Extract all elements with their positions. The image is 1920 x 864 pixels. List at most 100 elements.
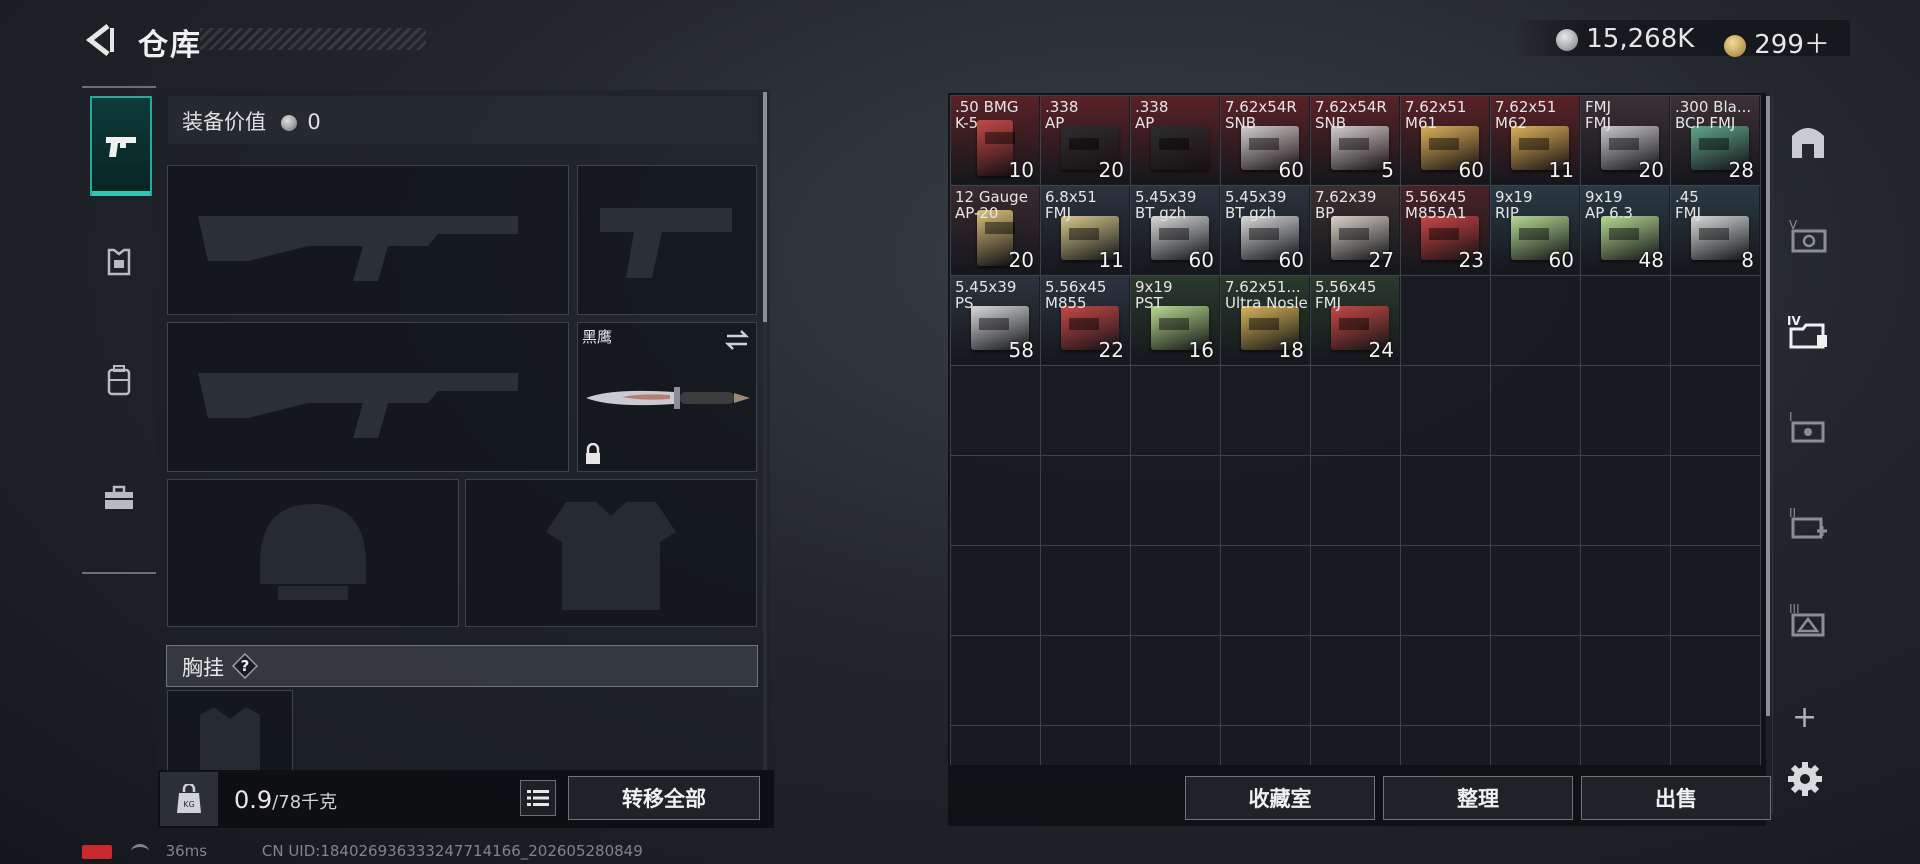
primary-weapon-slot[interactable]	[167, 165, 569, 315]
stash-item[interactable]: 7.62x39 BP 27	[1311, 186, 1399, 274]
chest-rig-slot[interactable]	[167, 690, 293, 772]
rail-item-backpack[interactable]	[90, 332, 148, 428]
body-armor-slot[interactable]	[465, 479, 757, 627]
stash-item[interactable]: 5.56x45 M855A1 23	[1401, 186, 1489, 274]
stash-tab-2[interactable]: II	[1785, 500, 1831, 546]
item-count: 11	[1098, 248, 1124, 272]
stash-item[interactable]: 7.62x51 M62 11	[1491, 96, 1579, 184]
svg-text:IV: IV	[1787, 314, 1801, 328]
stash-item[interactable]: .300 Bla... BCP FMJ 28	[1671, 96, 1759, 184]
stash-tab-4[interactable]: IV	[1785, 308, 1831, 354]
back-arrow-icon[interactable]	[82, 22, 118, 58]
stash-item[interactable]: .338 AP	[1131, 96, 1219, 184]
stash-tab-5[interactable]: V	[1785, 212, 1831, 258]
weight-current: 0.9	[234, 786, 273, 814]
stash-item[interactable]: FMJ FMJ 20	[1581, 96, 1669, 184]
secondary-weapon-slot[interactable]	[167, 322, 569, 472]
stash-item[interactable]: .50 BMG K-5 10	[951, 96, 1039, 184]
item-name: 6.8x51 FMJ	[1045, 188, 1097, 222]
scroll-thumb[interactable]	[763, 92, 767, 322]
item-name: 9x19 RIP	[1495, 188, 1533, 222]
shelter-tab[interactable]	[1785, 118, 1831, 164]
helmet-slot[interactable]	[167, 479, 459, 627]
category-rail	[82, 86, 156, 574]
item-count: 28	[1728, 158, 1754, 182]
stash-tab-II-icon: II	[1789, 506, 1827, 539]
item-name: 5.56x45 M855A1	[1405, 188, 1467, 222]
item-name: FMJ FMJ	[1585, 98, 1611, 132]
stash-item[interactable]: 7.62x51... Ultra Nosler 18	[1221, 276, 1309, 364]
battery-icon	[82, 844, 112, 859]
silver-coin-icon	[1556, 28, 1578, 51]
ping-value: 36ms	[165, 842, 208, 860]
pistol-slot[interactable]	[577, 165, 757, 315]
stash-item[interactable]: 5.45x39 BT gzh 60	[1221, 186, 1309, 274]
stash-tab-III-icon: III	[1789, 602, 1825, 637]
stash-item[interactable]: 7.62x54R SNB 5	[1311, 96, 1399, 184]
rail-item-toolbox[interactable]	[90, 450, 148, 546]
item-count: 18	[1278, 338, 1304, 362]
transfer-all-button[interactable]: 转移全部	[568, 776, 760, 820]
weight-max: /78千克	[272, 792, 338, 813]
stash-item[interactable]: .45 FMJ 8	[1671, 186, 1759, 274]
stash-item[interactable]: 9x19 PST 16	[1131, 276, 1219, 364]
stash-item[interactable]: 7.62x51 M61 60	[1401, 96, 1489, 184]
list-icon	[527, 790, 549, 806]
chest-rig-silhouette-icon	[200, 707, 260, 771]
rifle-silhouette-icon	[198, 216, 518, 281]
active-indicator	[92, 191, 150, 196]
weight-bag-button[interactable]: KG	[160, 772, 218, 826]
currency-secondary[interactable]: 299＋	[1724, 24, 1830, 61]
weight-bag-icon: KG	[177, 784, 201, 813]
item-count: 60	[1278, 248, 1304, 272]
stash-item[interactable]: 9x19 AP 6.3 48	[1581, 186, 1669, 274]
collection-room-button[interactable]: 收藏室	[1185, 776, 1375, 820]
uid-text: CN UID:184026936333247714166_20260528084…	[261, 842, 643, 860]
item-count: 8	[1741, 248, 1754, 272]
sell-button[interactable]: 出售	[1581, 776, 1771, 820]
stash-item[interactable]: 6.8x51 FMJ 11	[1041, 186, 1129, 274]
rifle-silhouette-icon	[198, 373, 518, 438]
gear-icon[interactable]	[1786, 760, 1824, 798]
stash-item[interactable]: 5.45x39 PS 58	[951, 276, 1039, 364]
sort-button[interactable]: 整理	[1383, 776, 1573, 820]
item-count: 22	[1098, 338, 1124, 362]
item-name: 5.45x39 PS	[955, 278, 1017, 312]
swap-arrows-icon[interactable]	[724, 329, 750, 351]
item-count: 60	[1458, 158, 1484, 182]
stash-scrollbar[interactable]	[1766, 96, 1770, 716]
stash-item[interactable]: 5.56x45 FMJ 24	[1311, 276, 1399, 364]
item-name: 7.62x51 M62	[1495, 98, 1557, 132]
item-name: .300 Bla... BCP FMJ	[1675, 98, 1752, 132]
currency-secondary-value: 299＋	[1754, 30, 1830, 60]
item-name: 7.62x51 M61	[1405, 98, 1467, 132]
melee-item-name: 黑鹰	[582, 328, 613, 346]
stash-item[interactable]: 5.56x45 M855 22	[1041, 276, 1129, 364]
stash-item[interactable]: 5.45x39 BT gzh 60	[1131, 186, 1219, 274]
rail-item-armor[interactable]	[90, 214, 148, 310]
title-decoration	[200, 28, 426, 50]
stash-item[interactable]: 9x19 RIP 60	[1491, 186, 1579, 274]
equipment-scrollbar[interactable]	[763, 92, 767, 772]
item-count: 58	[1008, 338, 1034, 362]
item-count: 48	[1638, 248, 1664, 272]
vest-silhouette-icon	[546, 502, 676, 610]
lock-icon	[586, 443, 600, 464]
stash-item[interactable]: 12 Gauge AP-20 20	[951, 186, 1039, 274]
item-count: 23	[1458, 248, 1484, 272]
stash-tab-1[interactable]: I	[1785, 404, 1831, 450]
help-icon[interactable]: ?	[231, 652, 259, 680]
add-stash-tab-button[interactable]: +	[1792, 700, 1817, 735]
ammo-box-icon	[1151, 126, 1209, 170]
item-name: 5.45x39 BT gzh	[1225, 188, 1287, 222]
stash-item[interactable]: .338 AP 20	[1041, 96, 1129, 184]
silver-coin-icon	[280, 115, 297, 131]
item-count: 60	[1188, 248, 1214, 272]
item-name: 7.62x39 BP	[1315, 188, 1377, 222]
item-name: 5.56x45 FMJ	[1315, 278, 1377, 312]
stash-tab-3[interactable]: III	[1785, 596, 1831, 642]
list-view-button[interactable]	[520, 780, 556, 816]
stash-item[interactable]: 7.62x54R SNB 60	[1221, 96, 1309, 184]
rail-item-weapons[interactable]	[90, 96, 152, 196]
svg-text:KG: KG	[183, 800, 194, 809]
